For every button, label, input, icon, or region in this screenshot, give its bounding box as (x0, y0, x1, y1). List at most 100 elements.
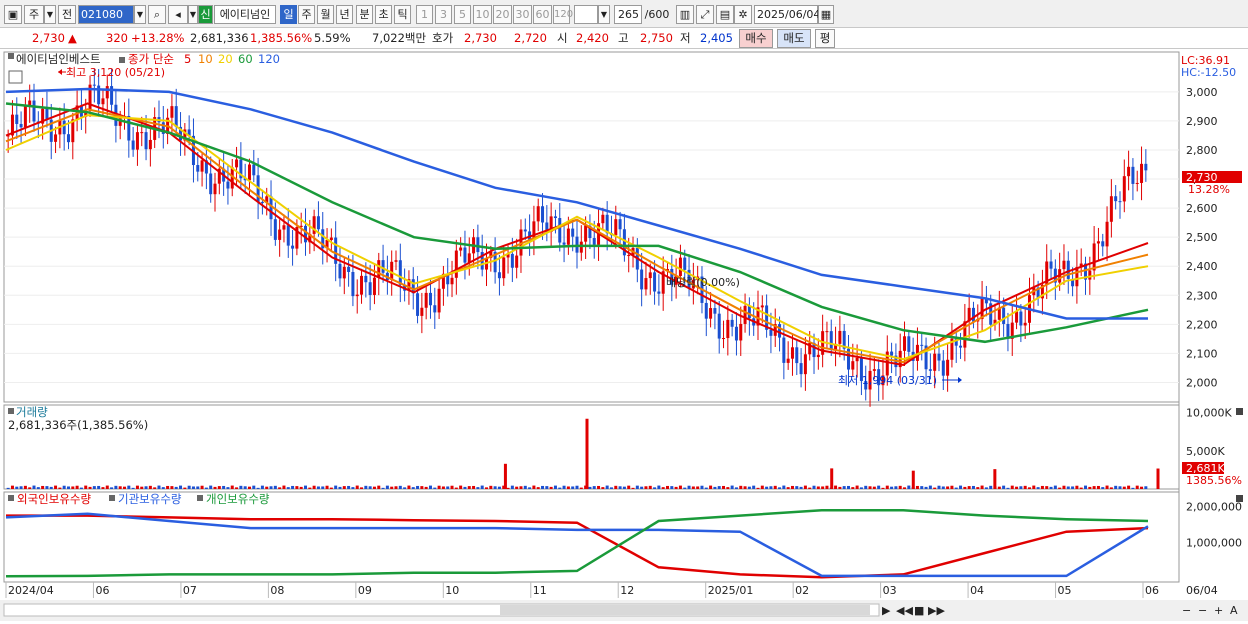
chevron-down-icon[interactable]: ▼ (134, 5, 146, 24)
bid-price: 2,720 (514, 31, 547, 45)
volume-bar (924, 486, 928, 489)
x-tick-label: 02 (795, 584, 809, 597)
volume-bar (299, 486, 303, 489)
volume-bar (424, 486, 428, 489)
candle-body (851, 361, 855, 370)
search-icon[interactable]: ⌕ (148, 5, 166, 24)
tab-minute[interactable]: 분 (356, 5, 373, 24)
tab-month[interactable]: 월 (317, 5, 334, 24)
interval-input[interactable] (574, 5, 598, 24)
volume-bar (946, 486, 950, 489)
ma-legend-10: 10 (198, 52, 213, 66)
zoom-out-icon[interactable]: − (1182, 604, 1191, 617)
volume-y-label: 5,000K (1186, 445, 1225, 458)
interval-5[interactable]: 5 (454, 5, 471, 24)
period-select[interactable]: 주 (24, 5, 44, 24)
chart-area[interactable]: 3,0002,9002,8002,7002,6002,5002,4002,300… (0, 49, 1248, 621)
candle-body (101, 98, 105, 105)
rewind-icon[interactable]: ◀◀ (896, 604, 913, 617)
forward-icon[interactable]: ▶▶ (928, 604, 945, 617)
volume-bar (196, 486, 200, 489)
volume-bar (851, 487, 855, 489)
buy-button[interactable]: 매수 (739, 29, 773, 48)
candle-body (135, 132, 139, 150)
volume-bar (79, 487, 83, 489)
interval-30[interactable]: 30 (513, 5, 532, 24)
candle-body (541, 206, 545, 223)
volume-bar (170, 486, 174, 489)
y-tick-label: 3,000 (1186, 86, 1218, 99)
chart-icon[interactable]: ▥ (676, 5, 694, 24)
candle-body (1088, 270, 1092, 280)
window-icon[interactable]: ▣ (4, 5, 22, 24)
date-input[interactable]: 2025/06/04 (754, 5, 820, 24)
volume-bar (933, 487, 937, 489)
volume-bar (446, 486, 450, 489)
candle-body (291, 245, 295, 249)
count-input[interactable]: 265 (614, 5, 642, 24)
code-input[interactable]: 021080 (78, 5, 134, 24)
chevron-down-icon[interactable]: ▼ (44, 5, 56, 24)
candle-body (62, 120, 66, 135)
speaker-icon[interactable]: ◂ (168, 5, 188, 24)
sell-button[interactable]: 매도 (777, 29, 811, 48)
calendar-icon[interactable]: ▦ (818, 5, 834, 24)
y-tick-label: 2,000 (1186, 376, 1218, 389)
zoom-reset-icon[interactable]: − (1198, 604, 1207, 617)
scrollbar-thumb[interactable] (500, 605, 870, 615)
volume-bar (1096, 485, 1100, 489)
volume-y-label: 10,000K (1186, 407, 1232, 420)
chevron-down-icon[interactable]: ▼ (598, 5, 610, 24)
candle-body (536, 206, 540, 222)
volume-bar (859, 487, 863, 489)
avg-button[interactable]: 평 (815, 29, 835, 48)
gear-icon[interactable]: ✲ (734, 5, 752, 24)
volume-bar (1006, 487, 1010, 489)
candle-body (678, 257, 682, 277)
volume-bar (342, 486, 346, 489)
interval-1[interactable]: 1 (416, 5, 433, 24)
tab-second[interactable]: 초 (375, 5, 392, 24)
font-size-icon[interactable]: A (1230, 604, 1238, 617)
y-tick-label: 2,300 (1186, 289, 1218, 302)
candle-body (558, 218, 562, 243)
volume-last-pct: 1385.56% (1186, 474, 1242, 487)
tab-tick[interactable]: 틱 (394, 5, 411, 24)
candle-body (502, 257, 506, 279)
panel-close-icon[interactable] (1236, 408, 1243, 415)
interval-10[interactable]: 10 (473, 5, 492, 24)
link-icon[interactable]: ⤢ (696, 5, 714, 24)
candle-body (601, 214, 605, 224)
volume-bar (963, 486, 967, 489)
interval-3[interactable]: 3 (435, 5, 452, 24)
save-icon[interactable]: ▤ (716, 5, 734, 24)
volume-bar (683, 487, 687, 489)
up-arrow-icon: ▲ (68, 31, 77, 45)
volume-bar (661, 487, 665, 489)
table-icon[interactable] (8, 70, 23, 84)
tab-year[interactable]: 년 (336, 5, 353, 24)
tab-day[interactable]: 일 (280, 5, 297, 24)
volume-bar (437, 485, 441, 489)
stock-chart[interactable]: 3,0002,9002,8002,7002,6002,5002,4002,300… (0, 49, 1248, 621)
interval-20[interactable]: 20 (493, 5, 512, 24)
volume-bar (312, 485, 316, 489)
prev-button[interactable]: 전 (58, 5, 76, 24)
panel-close-icon[interactable] (1236, 495, 1243, 502)
candle-body (105, 86, 109, 99)
zoom-in-icon[interactable]: + (1214, 604, 1223, 617)
stop-icon[interactable]: ■ (914, 604, 924, 617)
volume-bar (541, 485, 545, 489)
volume-bar (179, 485, 183, 489)
volume-bar (428, 485, 432, 489)
interval-60[interactable]: 60 (533, 5, 552, 24)
tab-week[interactable]: 주 (298, 5, 315, 24)
interval-120[interactable]: 120 (553, 5, 573, 24)
volume-bar (1144, 486, 1148, 489)
chevron-down-icon[interactable]: ▼ (188, 5, 198, 24)
play-icon[interactable]: ▶ (882, 604, 891, 617)
volume-bar (377, 485, 381, 489)
candle-body (1144, 163, 1148, 171)
candle-body (1075, 266, 1079, 287)
volume-bar (747, 486, 751, 489)
